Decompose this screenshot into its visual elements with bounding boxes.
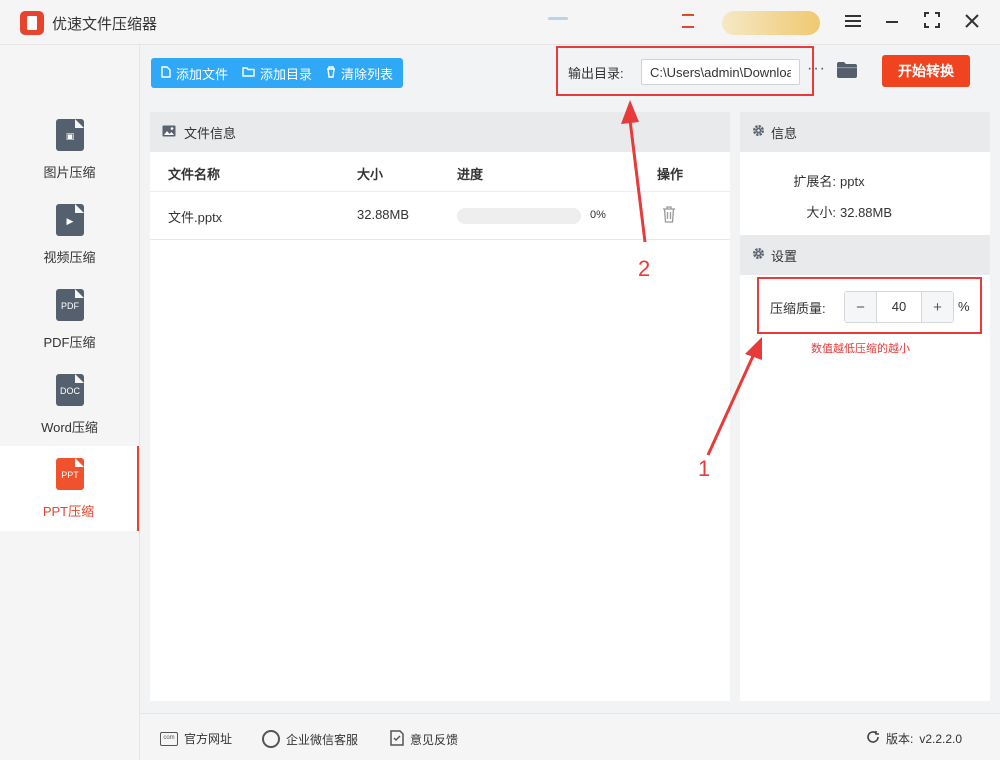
sidebar-item-label: 图片压缩: [43, 165, 96, 180]
quality-label: 压缩质量:: [770, 301, 826, 316]
file-list-panel: 文件信息 文件名称 大小 进度 操作 文件.pptx 32.88MB 0%: [150, 112, 730, 701]
size-value: 32.88MB: [840, 205, 893, 220]
clear-list-button[interactable]: 清除列表: [326, 64, 393, 83]
file-icon: [161, 65, 171, 81]
image-file-icon: ▣: [56, 119, 84, 151]
start-convert-button[interactable]: 开始转换: [882, 55, 970, 87]
sidebar-item-label: PDF压缩: [43, 335, 96, 350]
browse-more-button[interactable]: ···: [807, 60, 826, 78]
pdf-file-icon: PDF: [56, 289, 84, 321]
app-title: 优速文件压缩器: [52, 16, 158, 33]
maximize-icon[interactable]: [920, 10, 944, 34]
ppt-file-icon: PPT: [56, 458, 84, 490]
image-icon: [162, 125, 176, 140]
sidebar: ▣ 图片压缩 ▶ 视频压缩 PDF PDF压缩 DOC Word压缩 PPT P…: [0, 45, 140, 760]
progress-text: 0%: [590, 209, 606, 221]
refresh-icon[interactable]: [866, 730, 880, 747]
size-row: 大小: 32.88MB: [740, 202, 892, 221]
table-row: 文件.pptx 32.88MB 0%: [150, 192, 730, 240]
column-header-progress: 进度: [457, 167, 484, 182]
minimize-icon[interactable]: [880, 10, 904, 34]
title-bar: 优速文件压缩器: [0, 0, 1000, 45]
output-dir-label: 输出目录:: [568, 66, 624, 81]
quality-increase-button[interactable]: +: [921, 292, 953, 322]
video-file-icon: ▶: [56, 204, 84, 236]
footer: com 官方网址 企业微信客服 意见反馈 版本: v2.2.2.0: [140, 713, 1000, 760]
file-size-cell: 32.88MB: [357, 207, 410, 222]
file-action-group: 添加文件 添加目录 清除列表: [151, 58, 404, 88]
website-icon: com: [160, 731, 178, 746]
file-panel-header: 文件信息: [150, 112, 730, 152]
gear-icon: [752, 247, 765, 263]
trash-icon: [326, 65, 336, 81]
file-name-cell: 文件.pptx: [168, 210, 223, 225]
delete-file-icon[interactable]: [662, 205, 676, 223]
table-header: 文件名称 大小 进度 操作: [150, 152, 730, 192]
ext-label: 扩展名:: [793, 174, 836, 189]
info-settings-panel: 信息 扩展名: pptx 大小: 32.88MB 设置: [740, 112, 990, 701]
folder-outline-icon: [242, 66, 255, 80]
progress-bar: [457, 208, 581, 224]
menu-icon[interactable]: [841, 10, 865, 34]
feedback-icon: [390, 730, 404, 749]
version-info: 版本: v2.2.2.0: [866, 730, 962, 747]
sidebar-item-label: 视频压缩: [43, 250, 96, 265]
quality-hint: 数值越低压缩的越小: [811, 343, 910, 355]
feedback-link[interactable]: 意见反馈: [390, 730, 458, 749]
sidebar-item-image[interactable]: ▣ 图片压缩: [0, 107, 139, 192]
sidebar-item-video[interactable]: ▶ 视频压缩: [0, 192, 139, 277]
quality-unit: %: [958, 299, 970, 314]
app-logo-icon: [20, 11, 44, 35]
titlebar-promo-badge[interactable]: [722, 11, 820, 35]
sidebar-item-label: Word压缩: [41, 420, 98, 435]
chat-icon: [262, 730, 280, 748]
sidebar-item-ppt[interactable]: PPT PPT压缩: [0, 446, 139, 531]
gear-icon: [752, 124, 765, 140]
quality-stepper: − 40 +: [844, 291, 954, 323]
quality-input[interactable]: 40: [877, 292, 921, 322]
sidebar-item-word[interactable]: DOC Word压缩: [0, 362, 139, 447]
add-folder-button[interactable]: 添加目录: [242, 64, 312, 83]
settings-panel-header: 设置: [740, 235, 990, 275]
ext-row: 扩展名: pptx: [740, 171, 865, 190]
size-label: 大小:: [806, 205, 836, 220]
website-link[interactable]: com 官方网址: [160, 730, 232, 747]
annotation-label-1: 1: [698, 456, 711, 481]
close-icon[interactable]: [960, 10, 984, 34]
titlebar-decoration: [548, 17, 568, 20]
sidebar-item-pdf[interactable]: PDF PDF压缩: [0, 277, 139, 362]
annotation-label-2: 2: [638, 256, 651, 281]
wechat-service-link[interactable]: 企业微信客服: [262, 730, 358, 748]
titlebar-gift-icon[interactable]: [682, 14, 694, 28]
info-panel-header: 信息: [740, 112, 990, 152]
quality-decrease-button[interactable]: −: [845, 292, 877, 322]
doc-file-icon: DOC: [56, 374, 84, 406]
output-dir-input[interactable]: [641, 59, 800, 85]
folder-icon[interactable]: [837, 62, 857, 78]
column-header-action: 操作: [657, 167, 684, 182]
column-header-size: 大小: [357, 167, 384, 182]
column-header-name: 文件名称: [168, 167, 221, 182]
add-file-button[interactable]: 添加文件: [161, 64, 228, 83]
sidebar-item-label: PPT压缩: [42, 504, 95, 519]
ext-value: pptx: [840, 174, 865, 189]
